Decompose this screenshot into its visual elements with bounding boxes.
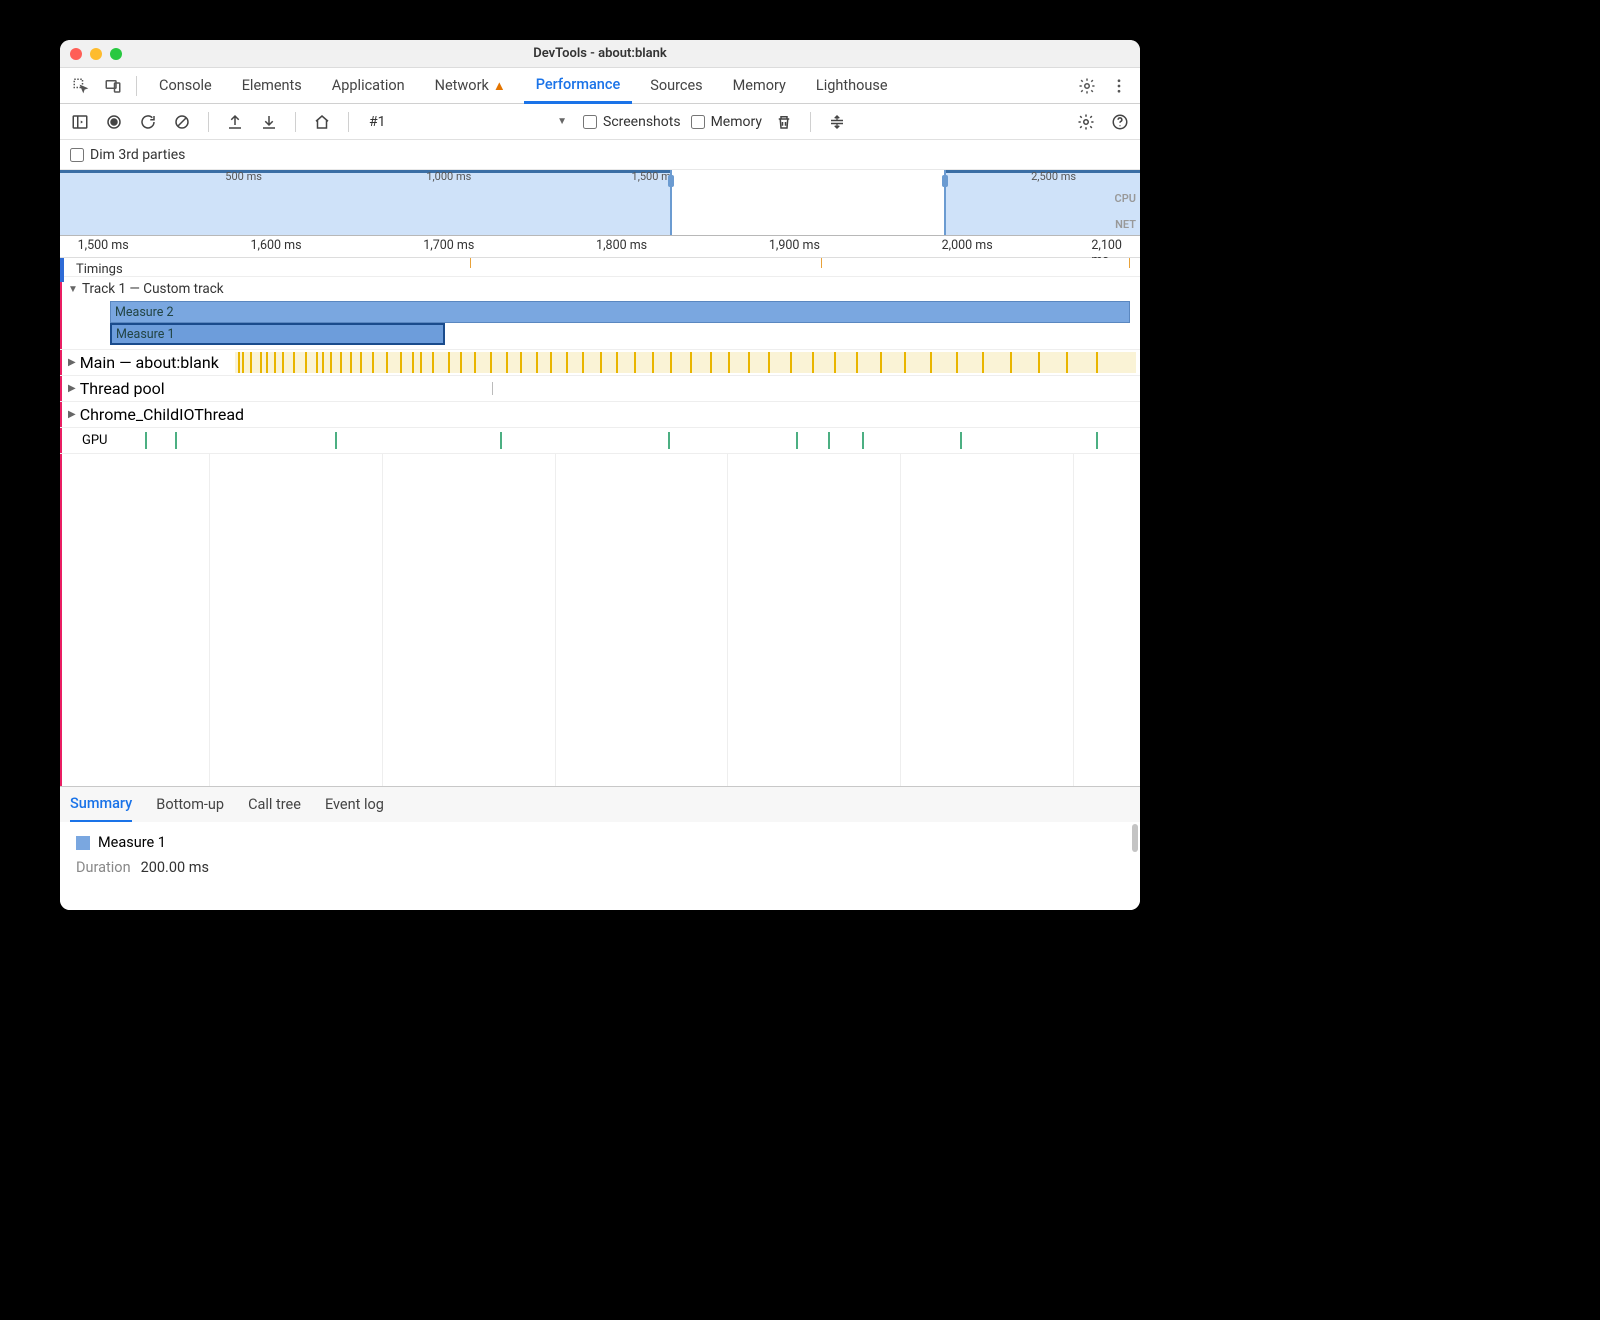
scrollbar-thumb[interactable] [1132, 824, 1138, 852]
overview-selection[interactable] [670, 170, 945, 235]
download-icon[interactable] [257, 110, 281, 134]
titlebar: DevTools - about:blank [60, 40, 1140, 68]
detail-tab-call-tree[interactable]: Call tree [248, 787, 301, 823]
settings-icon[interactable] [1074, 73, 1100, 99]
recording-selector[interactable]: #1 ▼ [363, 112, 573, 132]
measure-2-bar[interactable]: Measure 2 [110, 301, 1130, 323]
detail-tab-event-log[interactable]: Event log [325, 787, 384, 823]
overview-tick: 2,500 ms [1031, 170, 1076, 183]
upload-icon[interactable] [223, 110, 247, 134]
overview-net-label: NET [1115, 218, 1136, 231]
main-tab-strip: Console Elements Application Network ▲ P… [60, 68, 1140, 104]
gpu-label: GPU [82, 433, 108, 448]
tab-console[interactable]: Console [147, 68, 224, 104]
tab-application[interactable]: Application [320, 68, 417, 104]
shortcuts-icon[interactable] [825, 110, 849, 134]
tab-memory[interactable]: Memory [721, 68, 798, 104]
perf-toolbar: #1 ▼ Screenshots Memory [60, 104, 1140, 140]
detail-tab-strip: Summary Bottom-up Call tree Event log [60, 786, 1140, 822]
reload-record-icon[interactable] [136, 110, 160, 134]
summary-panel: Measure 1 Duration 200.00 ms [60, 822, 1140, 910]
tab-elements[interactable]: Elements [230, 68, 314, 104]
tracks-panel: Timings ▼Track 1 — Custom track Measure … [60, 258, 1140, 454]
flame-chart-body[interactable] [60, 454, 1140, 786]
garbage-collect-icon[interactable] [772, 110, 796, 134]
ruler-tick: 1,600 ms [250, 238, 301, 253]
track-child-io[interactable]: ▶ Chrome_ChildIOThread [60, 402, 1140, 428]
help-icon[interactable] [1108, 110, 1132, 134]
device-toolbar-icon[interactable] [100, 73, 126, 99]
measure-1-bar[interactable]: Measure 1 [110, 323, 445, 345]
summary-name: Measure 1 [98, 834, 166, 851]
overview-tick: 1,000 ms [426, 170, 471, 183]
track-timings[interactable]: Timings [60, 258, 1140, 277]
ruler-tick: 1,700 ms [423, 238, 474, 253]
caret-down-icon: ▼ [557, 116, 567, 127]
timeline-overview[interactable]: 500 ms 1,000 ms 1,500 ms 2,000 ms 2,500 … [60, 170, 1140, 236]
dim-3rd-parties-checkbox[interactable]: Dim 3rd parties [70, 147, 185, 163]
track-gpu[interactable]: GPU [60, 428, 1140, 454]
main-label: Main — about:blank [80, 353, 219, 372]
childio-label: Chrome_ChildIOThread [80, 405, 244, 424]
record-icon[interactable] [102, 110, 126, 134]
warning-icon: ▲ [493, 78, 506, 94]
track-thread-pool[interactable]: ▶ Thread pool [60, 376, 1140, 402]
tab-network-label: Network [435, 77, 489, 94]
overview-cpu-label: CPU [1115, 192, 1136, 205]
recording-name: #1 [369, 114, 386, 130]
ruler-tick: 1,800 ms [596, 238, 647, 253]
track-main[interactable]: ▶ Main — about:blank [60, 350, 1140, 376]
ruler-tick: 1,900 ms [769, 238, 820, 253]
ruler-tick: 2,000 ms [942, 238, 993, 253]
ruler-tick: 1,500 ms [78, 238, 129, 253]
threadpool-label: Thread pool [80, 379, 165, 398]
tab-lighthouse[interactable]: Lighthouse [804, 68, 900, 104]
detail-ruler[interactable]: 1,500 ms 1,600 ms 1,700 ms 1,800 ms 1,90… [60, 236, 1140, 258]
dim-3rd-parties-row: Dim 3rd parties [60, 140, 1140, 170]
memory-checkbox[interactable]: Memory [691, 114, 762, 130]
detail-tab-summary[interactable]: Summary [70, 787, 132, 823]
capture-settings-icon[interactable] [1074, 110, 1098, 134]
summary-color-swatch [76, 836, 90, 850]
window-title: DevTools - about:blank [60, 46, 1140, 61]
devtools-window: DevTools - about:blank Console Elements … [60, 40, 1140, 910]
track-custom-1[interactable]: ▼Track 1 — Custom track Measure 2 Measur… [60, 277, 1140, 350]
track1-label: Track 1 — Custom track [82, 281, 224, 297]
more-icon[interactable] [1106, 73, 1132, 99]
toggle-sidebar-icon[interactable] [68, 110, 92, 134]
tab-performance[interactable]: Performance [524, 68, 633, 104]
clear-icon[interactable] [170, 110, 194, 134]
timings-label: Timings [76, 262, 123, 277]
tab-sources[interactable]: Sources [638, 68, 714, 104]
inspect-icon[interactable] [68, 73, 94, 99]
summary-duration-value: 200.00 ms [141, 859, 209, 876]
summary-duration-key: Duration [76, 859, 131, 876]
overview-tick: 500 ms [225, 170, 262, 183]
detail-tab-bottom-up[interactable]: Bottom-up [156, 787, 224, 823]
screenshots-checkbox[interactable]: Screenshots [583, 114, 681, 130]
tab-network[interactable]: Network ▲ [423, 68, 518, 104]
home-icon[interactable] [310, 110, 334, 134]
